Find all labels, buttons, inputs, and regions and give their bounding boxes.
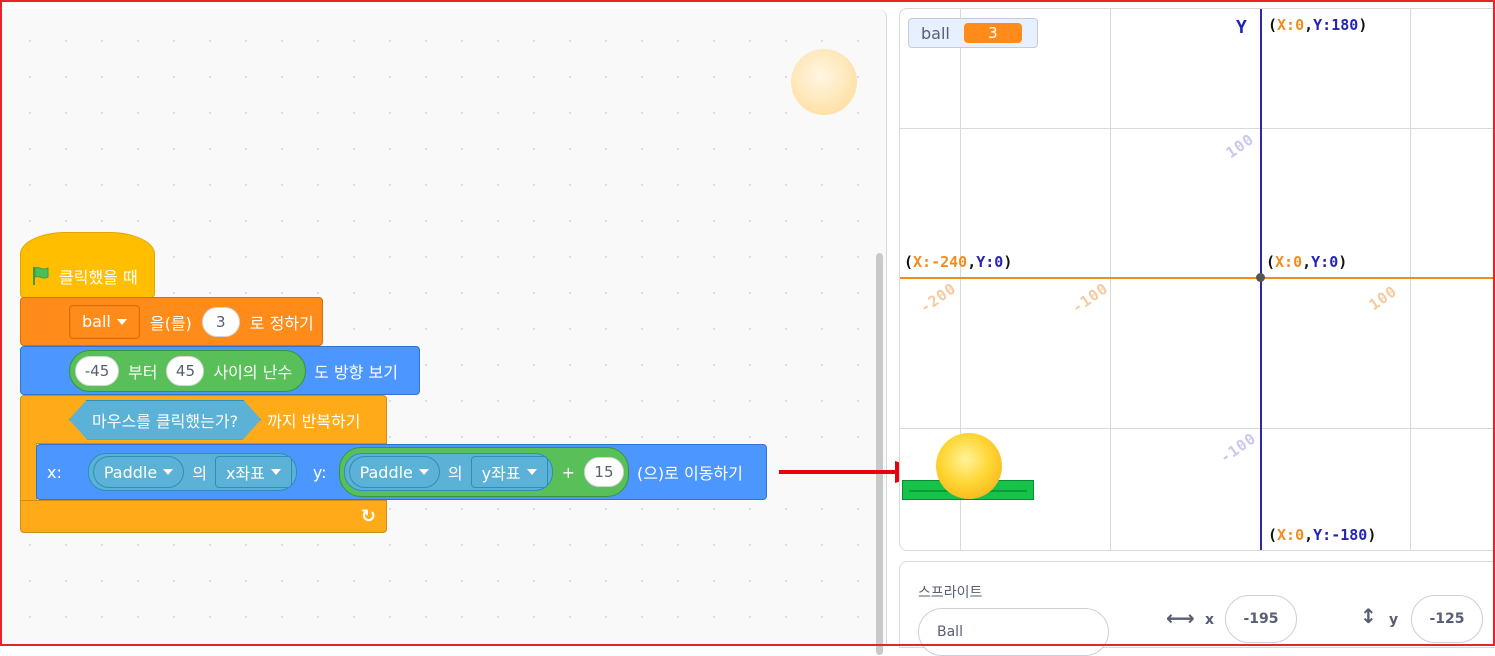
loop-arrow-icon: ↻ — [360, 506, 376, 527]
workspace-scrollbar[interactable] — [876, 253, 883, 655]
move-suffix-label: (으)로 이동하기 — [636, 464, 743, 483]
random-to-input[interactable]: 45 — [166, 355, 205, 386]
x-attribute: x좌표 — [225, 464, 265, 483]
repeat-block-bottom: ↻ — [20, 500, 387, 533]
point-in-direction-block[interactable]: -45 부터 45 사이의 난수 도 방향 보기 — [20, 346, 420, 395]
x-coordinate-field[interactable]: -195 — [1225, 595, 1297, 643]
repeat-until-block[interactable]: 마우스를 클릭했는가? 까지 반복하기 — [20, 395, 387, 444]
sprite-name-field[interactable]: Ball — [918, 608, 1109, 656]
origin-point — [1256, 273, 1265, 282]
go-to-xy-block[interactable]: x: Paddle 의 x좌표 y: Paddle 의 y좌표 + 15 (으)… — [36, 444, 767, 500]
random-to-label: 사이의 난수 — [213, 362, 293, 382]
stage[interactable]: Y (X:0,Y:180) (X:-240,Y:0) (X:0,Y:0) (X:… — [899, 8, 1495, 551]
plus-label: + — [561, 462, 575, 482]
tick-x-100: 100 — [1365, 281, 1401, 315]
repeat-suffix-label: 까지 반복하기 — [267, 411, 361, 431]
grid-line — [900, 128, 1495, 129]
when-flag-clicked-block[interactable]: 클릭했을 때 — [20, 232, 155, 298]
x-sprite-dropdown[interactable]: Paddle — [92, 456, 185, 488]
mouse-down-condition[interactable]: 마우스를 클릭했는가? — [69, 400, 261, 440]
y-sprite-name: Paddle — [359, 462, 413, 482]
random-operator[interactable]: -45 부터 45 사이의 난수 — [69, 349, 307, 392]
y-axis-label: Y — [1236, 17, 1247, 38]
coord-top: (X:0,Y:180) — [1268, 16, 1368, 34]
monitor-value: 3 — [963, 23, 1022, 43]
variable-dropdown[interactable]: ball — [69, 304, 140, 339]
offset-input[interactable]: 15 — [583, 457, 624, 487]
sprite-info-panel: 스프라이트 Ball ⟷ x -195 ↕ y -125 — [899, 561, 1495, 656]
chevron-down-icon — [270, 469, 281, 475]
chevron-down-icon — [526, 469, 537, 475]
coord-left: (X:-240,Y:0) — [904, 253, 1013, 271]
y-label: y: — [312, 462, 327, 482]
x-label: x: — [47, 462, 62, 482]
set-variable-block[interactable]: ball 을(를) 3 로 정하기 — [20, 297, 323, 346]
x-coordinate-label: x — [1205, 612, 1215, 628]
y-of-sensing-block[interactable]: Paddle 의 y좌표 — [343, 453, 553, 491]
condition-label: 마우스를 클릭했는가? — [92, 411, 239, 431]
tick-y-neg100: -100 — [1216, 429, 1260, 467]
x-attribute-dropdown[interactable]: x좌표 — [214, 456, 292, 488]
direction-suffix-label: 도 방향 보기 — [314, 362, 398, 382]
add-operator[interactable]: Paddle 의 y좌표 + 15 — [338, 447, 629, 497]
monitor-name: ball — [921, 23, 950, 43]
repeat-block-arm — [20, 443, 37, 501]
x-sprite-name: Paddle — [103, 462, 158, 482]
ball-sprite[interactable] — [936, 433, 1002, 499]
y-coordinate-label: y — [1389, 612, 1399, 628]
chevron-down-icon — [163, 469, 174, 475]
coord-origin: (X:0,Y:0) — [1266, 253, 1348, 271]
chevron-down-icon — [116, 318, 127, 325]
coord-bottom: (X:0,Y:-180) — [1268, 526, 1377, 544]
grid-line — [1110, 9, 1111, 550]
random-from-input[interactable]: -45 — [75, 355, 119, 386]
variable-monitor[interactable]: ball 3 — [908, 18, 1038, 48]
sprite-thumbnail — [791, 49, 857, 115]
random-from-label: 부터 — [128, 362, 158, 382]
green-flag-icon — [31, 266, 51, 286]
x-of-label: 의 — [192, 464, 207, 483]
annotation-arrow-line — [779, 470, 899, 474]
y-sprite-dropdown[interactable]: Paddle — [348, 456, 440, 488]
horizontal-arrows-icon: ⟷ — [1166, 606, 1195, 630]
chevron-down-icon — [418, 469, 429, 475]
set-suffix-label: 로 정하기 — [249, 313, 314, 333]
tick-y-100: 100 — [1222, 129, 1258, 163]
y-attribute: y좌표 — [481, 464, 521, 483]
y-attribute-dropdown[interactable]: y좌표 — [470, 456, 548, 488]
tick-x-neg200: -200 — [916, 279, 960, 317]
grid-line — [900, 428, 1495, 429]
y-coordinate-field[interactable]: -125 — [1411, 595, 1483, 643]
set-value-input[interactable]: 3 — [201, 306, 240, 337]
y-of-label: 의 — [447, 464, 463, 483]
sprite-title: 스프라이트 — [918, 585, 983, 601]
set-verb-label: 을(를) — [149, 313, 192, 333]
variable-name: ball — [82, 312, 111, 331]
x-of-sensing-block[interactable]: Paddle 의 x좌표 — [87, 453, 297, 491]
tick-x-neg100: -100 — [1068, 279, 1112, 317]
hat-label: 클릭했을 때 — [59, 268, 138, 287]
grid-line — [1410, 9, 1411, 550]
x-axis — [900, 277, 1495, 279]
vertical-arrows-icon: ↕ — [1360, 604, 1377, 628]
